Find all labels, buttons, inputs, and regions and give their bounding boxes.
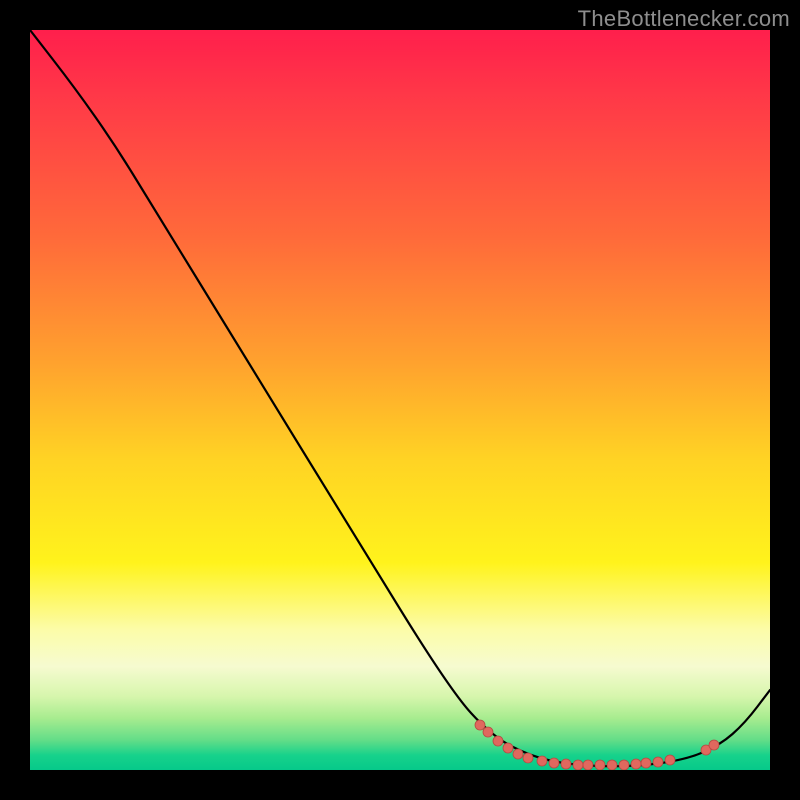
curve-markers	[475, 720, 719, 770]
curve-marker	[523, 753, 533, 763]
bottleneck-curve-line	[30, 30, 770, 766]
curve-marker	[709, 740, 719, 750]
curve-marker	[665, 755, 675, 765]
curve-marker	[583, 760, 593, 770]
curve-marker	[573, 760, 583, 770]
curve-marker	[607, 760, 617, 770]
curve-marker	[475, 720, 485, 730]
curve-marker	[641, 758, 651, 768]
curve-marker	[483, 727, 493, 737]
curve-marker	[549, 758, 559, 768]
plot-area	[30, 30, 770, 770]
curve-marker	[493, 736, 503, 746]
curve-marker	[537, 756, 547, 766]
curve-marker	[503, 743, 513, 753]
curve-svg	[30, 30, 770, 770]
watermark-text: TheBottlenecker.com	[578, 6, 790, 32]
chart-stage: TheBottlenecker.com	[0, 0, 800, 800]
curve-marker	[595, 760, 605, 770]
curve-marker	[631, 759, 641, 769]
curve-marker	[653, 757, 663, 767]
curve-marker	[619, 760, 629, 770]
curve-marker	[561, 759, 571, 769]
curve-marker	[513, 749, 523, 759]
